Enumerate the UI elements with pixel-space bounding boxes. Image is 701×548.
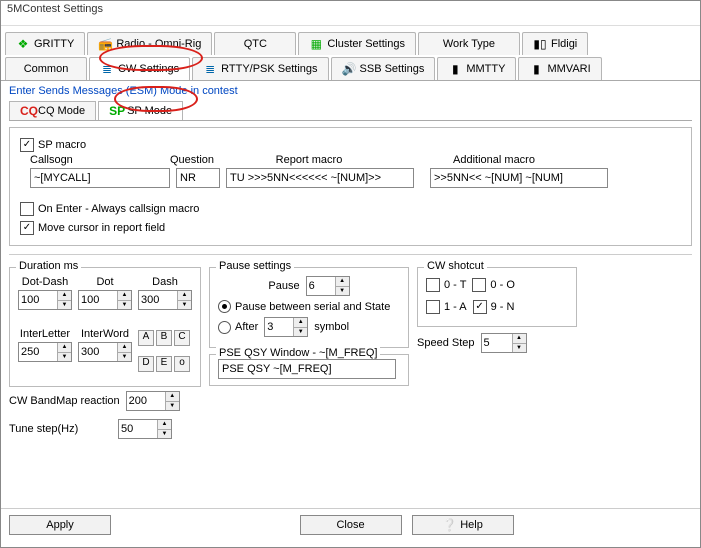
radio-icon: 📻: [98, 37, 112, 51]
tab-mmvari[interactable]: ▮MMVARI: [518, 57, 601, 80]
bandmap-spin[interactable]: ▲▼: [126, 391, 180, 411]
sp-macro-checkbox[interactable]: [20, 138, 34, 152]
shortcut-block: CW shotcut 0 - T 0 - O 1 - A 9 - N Speed…: [417, 261, 577, 357]
callsign-input[interactable]: [30, 168, 170, 188]
hdr-question: Question: [170, 154, 214, 166]
sc-0o[interactable]: 0 - O: [472, 278, 514, 292]
apply-button[interactable]: Apply: [9, 515, 111, 535]
sc-0t[interactable]: 0 - T: [426, 278, 466, 292]
movecursor-check[interactable]: Move cursor in report field: [20, 221, 165, 235]
mmtty-icon: ▮: [448, 62, 462, 76]
radio-after[interactable]: After: [218, 321, 258, 334]
question-input[interactable]: [176, 168, 220, 188]
tab-mmtty[interactable]: ▮MMTTY: [437, 57, 516, 80]
window-title: 5MContest Settings: [1, 1, 700, 26]
tab-rtty[interactable]: ≣RTTY/PSK Settings: [192, 57, 328, 80]
onenter-checkbox[interactable]: [20, 202, 34, 216]
movecursor-checkbox[interactable]: [20, 221, 34, 235]
tab-cluster[interactable]: ▦Cluster Settings: [298, 32, 416, 55]
sp-icon: SP: [109, 104, 123, 118]
sc-1a[interactable]: 1 - A: [426, 300, 467, 314]
tab-cq-mode[interactable]: CQCQ Mode: [9, 101, 96, 120]
interword-spin[interactable]: ▲▼: [78, 342, 132, 362]
close-button[interactable]: Close: [300, 515, 402, 535]
cq-icon: CQ: [20, 104, 34, 118]
gritty-icon: ❖: [16, 37, 30, 51]
sp-macro-group: SP macro Callsogn Question Report macro …: [9, 127, 692, 246]
pause-spin[interactable]: ▲▼: [306, 276, 350, 296]
dash-spin[interactable]: ▲▼: [138, 290, 192, 310]
shortcut-legend: CW shotcut: [424, 260, 487, 272]
ssb-icon: 🔊: [342, 62, 356, 76]
mode-tabs: CQCQ Mode SPSP Mode: [9, 101, 692, 121]
rtty-icon: ≣: [203, 62, 217, 76]
speed-label: Speed Step: [417, 337, 475, 349]
report-input[interactable]: [226, 168, 414, 188]
sc-9n[interactable]: 9 - N: [473, 300, 515, 314]
tune-label: Tune step(Hz): [9, 423, 112, 435]
bandmap-label: CW BandMap reaction: [9, 395, 120, 407]
sp-macro-check[interactable]: SP macro: [20, 138, 86, 152]
dot-spin[interactable]: ▲▼: [78, 290, 132, 310]
hdr-callsign: Callsogn: [30, 154, 170, 166]
tab-common[interactable]: Common: [5, 57, 87, 80]
pse-legend: PSE QSY Window - ~[M_FREQ]: [216, 347, 380, 359]
top-tabs: ❖GRITTY 📻Radio - Omni-Rig QTC ▦Cluster S…: [1, 26, 700, 81]
dotdash-spin[interactable]: ▲▼: [18, 290, 72, 310]
btn-o[interactable]: o: [174, 356, 190, 372]
help-icon: ❔: [442, 518, 456, 532]
tab-gritty[interactable]: ❖GRITTY: [5, 32, 85, 55]
button-bar: Apply Close ❔Help: [1, 508, 700, 541]
radio-between[interactable]: Pause between serial and State: [218, 300, 390, 313]
btn-d[interactable]: D: [138, 356, 154, 372]
cluster-icon: ▦: [309, 37, 323, 51]
tab-radio[interactable]: 📻Radio - Omni-Rig: [87, 32, 212, 55]
btn-e[interactable]: E: [156, 356, 172, 372]
tab-sp-mode[interactable]: SPSP Mode: [98, 101, 183, 120]
duration-block: Duration ms Dot-Dash ▲▼ Dot ▲▼ Dash ▲▼ I…: [9, 261, 201, 443]
btn-a[interactable]: A: [138, 330, 154, 346]
settings-window: 5MContest Settings ❖GRITTY 📻Radio - Omni…: [0, 0, 701, 548]
hdr-addl: Additional macro: [404, 154, 584, 166]
tune-spin[interactable]: ▲▼: [118, 419, 172, 439]
esm-hint: Enter Sends Messages (ESM) Mode in conte…: [1, 81, 700, 101]
tab-worktype[interactable]: Work Type: [418, 32, 520, 55]
separator: [9, 254, 692, 255]
pause-legend: Pause settings: [216, 260, 294, 272]
hdr-report: Report macro: [214, 154, 404, 166]
help-button[interactable]: ❔Help: [412, 515, 514, 535]
btn-b[interactable]: B: [156, 330, 172, 346]
pause-block: Pause settings Pause ▲▼ Pause between se…: [209, 261, 409, 386]
after-spin[interactable]: ▲▼: [264, 317, 308, 337]
interletter-spin[interactable]: ▲▼: [18, 342, 72, 362]
tab-fldigi[interactable]: ▮▯Fldigi: [522, 32, 588, 55]
cw-icon: ≣: [100, 62, 114, 76]
speed-spin[interactable]: ▲▼: [481, 333, 527, 353]
mmvari-icon: ▮: [529, 62, 543, 76]
tab-qtc[interactable]: QTC: [214, 32, 296, 55]
fldigi-icon: ▮▯: [533, 37, 547, 51]
tab-cw-settings[interactable]: ≣CW Settings: [89, 57, 190, 80]
tab-ssb[interactable]: 🔊SSB Settings: [331, 57, 436, 80]
onenter-check[interactable]: On Enter - Always callsign macro: [20, 202, 199, 216]
pse-input[interactable]: [218, 359, 396, 379]
duration-legend: Duration ms: [16, 260, 81, 272]
btn-c[interactable]: C: [174, 330, 190, 346]
addl-input[interactable]: [430, 168, 608, 188]
